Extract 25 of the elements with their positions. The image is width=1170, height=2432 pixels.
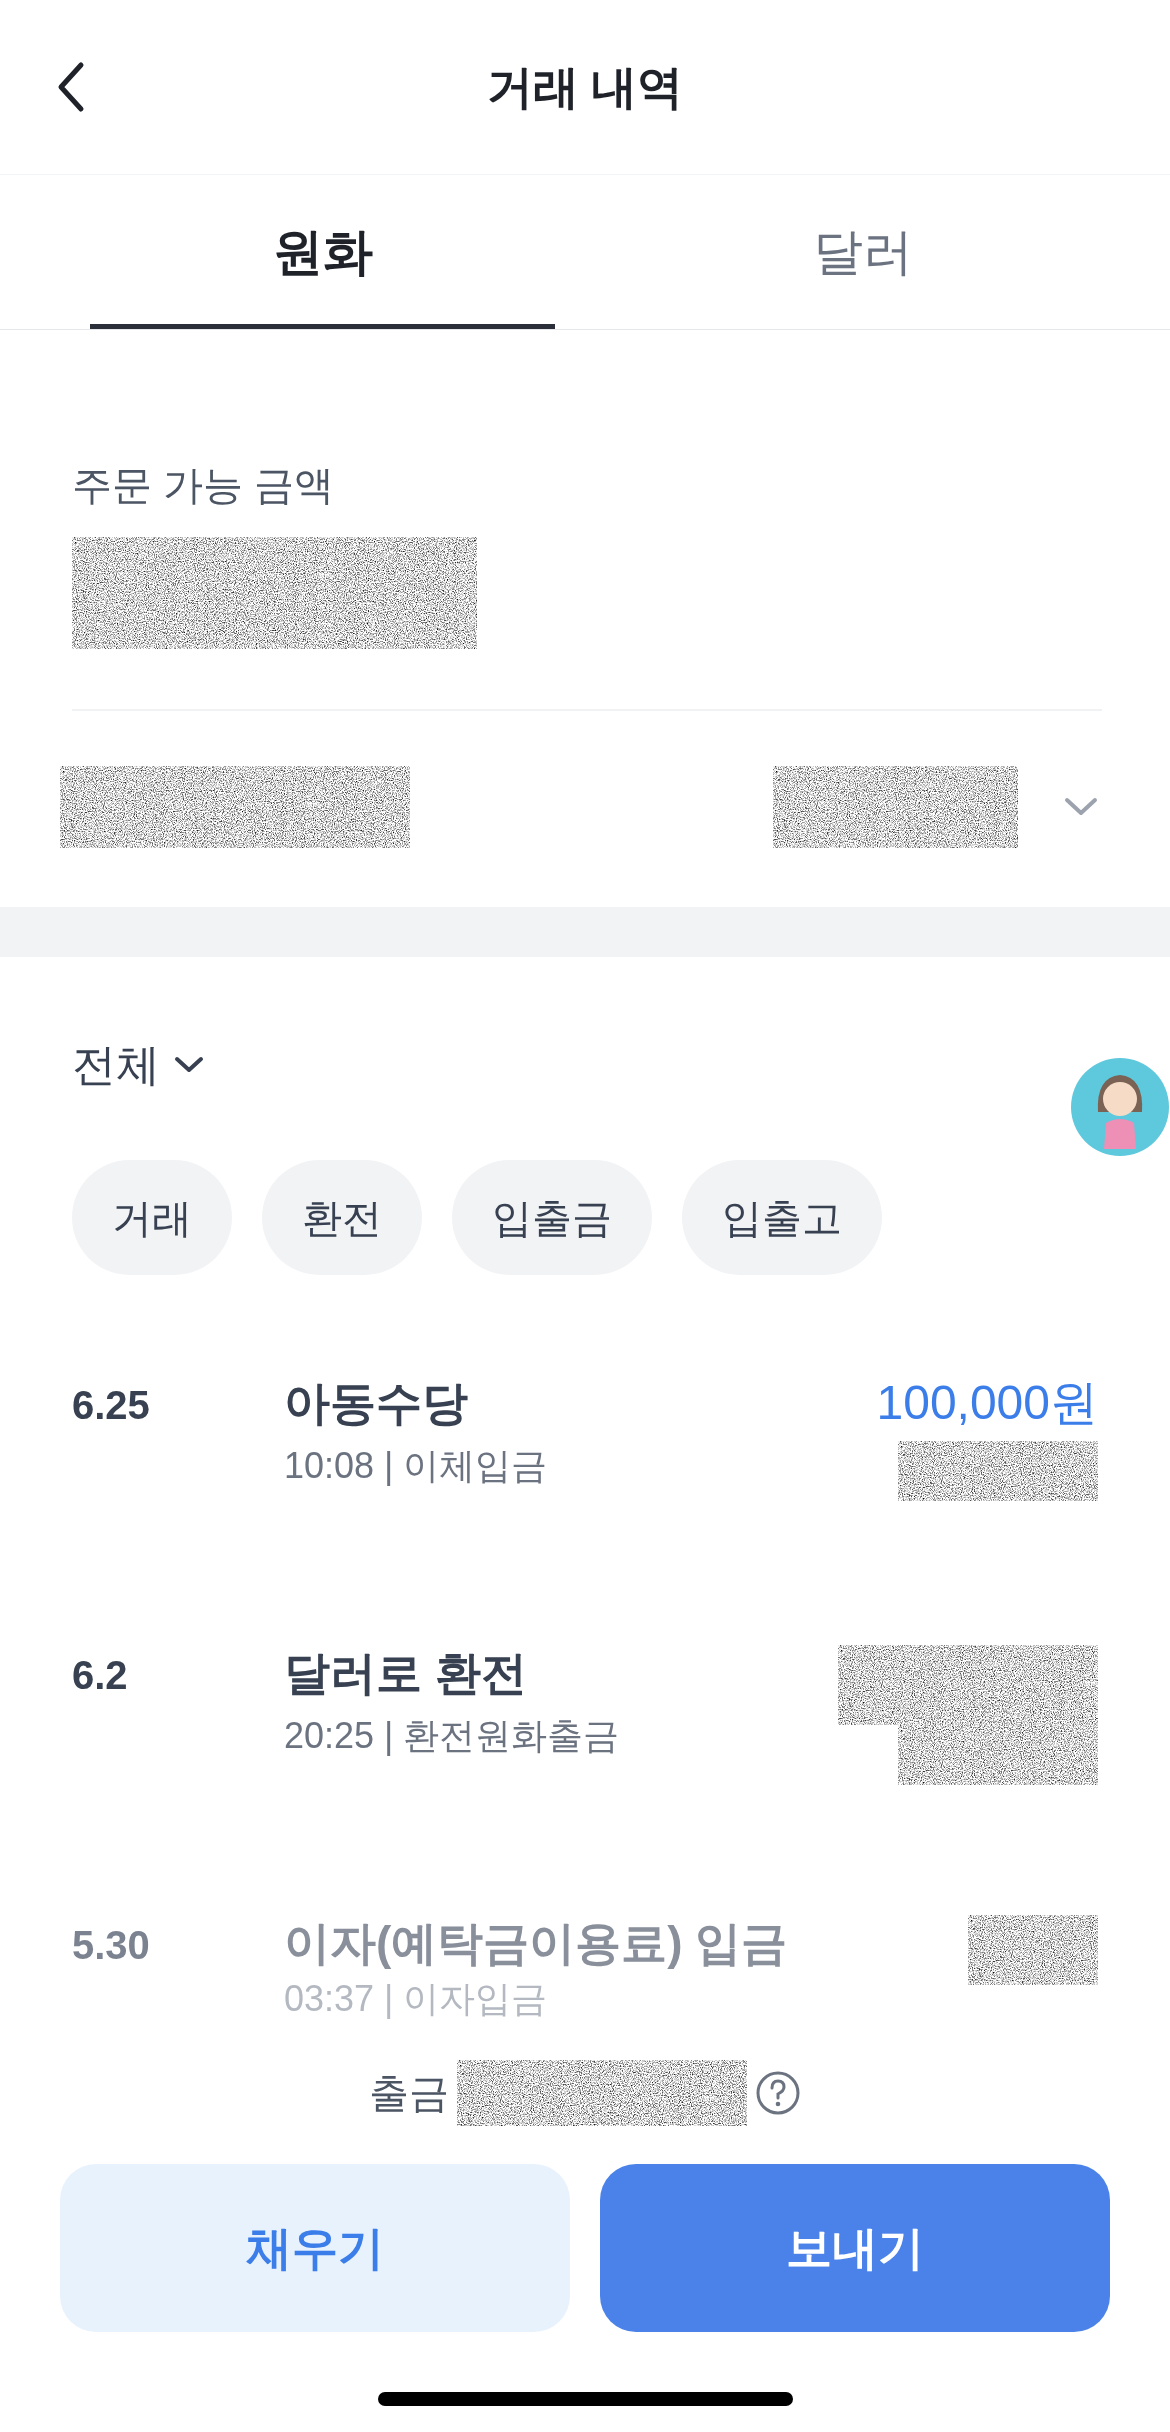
transaction-detail: 20:25 | 환전원화출금: [284, 1714, 620, 1758]
balance-label: 주문 가능 금액: [72, 462, 336, 509]
withdraw-label: 출금: [369, 2070, 449, 2117]
help-icon[interactable]: [755, 2070, 801, 2116]
filter-chip[interactable]: 거래: [72, 1160, 232, 1275]
avatar-icon[interactable]: [1070, 1057, 1170, 1157]
transaction-date: 6.25: [72, 1382, 151, 1429]
transaction-date: 6.2: [72, 1652, 129, 1699]
tab[interactable]: 원화: [90, 175, 555, 329]
transaction-title: 이자(예탁금이용료) 입금: [284, 1916, 788, 1971]
filter-dropdown[interactable]: 전체: [72, 1032, 204, 1098]
fill-button[interactable]: 채우기: [60, 2164, 570, 2332]
transaction-detail: 10:08 | 이체입금: [284, 1444, 548, 1488]
transaction-amount: 100,000원: [876, 1375, 1098, 1431]
send-button[interactable]: 보내기: [600, 2164, 1110, 2332]
page-title: 거래 내역: [486, 59, 684, 115]
transaction-title: 아동수당: [284, 1376, 469, 1431]
filter-chip[interactable]: 입출금: [452, 1160, 652, 1275]
tab[interactable]: 달러: [555, 175, 1170, 329]
transaction-date: 5.30: [72, 1922, 151, 1969]
transaction-title: 달러로 환전: [284, 1646, 528, 1701]
filter-chip[interactable]: 입출고: [682, 1160, 882, 1275]
transaction-detail: 03:37 | 이자입금: [284, 1979, 549, 2019]
chevron-down-icon: [174, 1056, 204, 1074]
filter-chip[interactable]: 환전: [262, 1160, 422, 1275]
